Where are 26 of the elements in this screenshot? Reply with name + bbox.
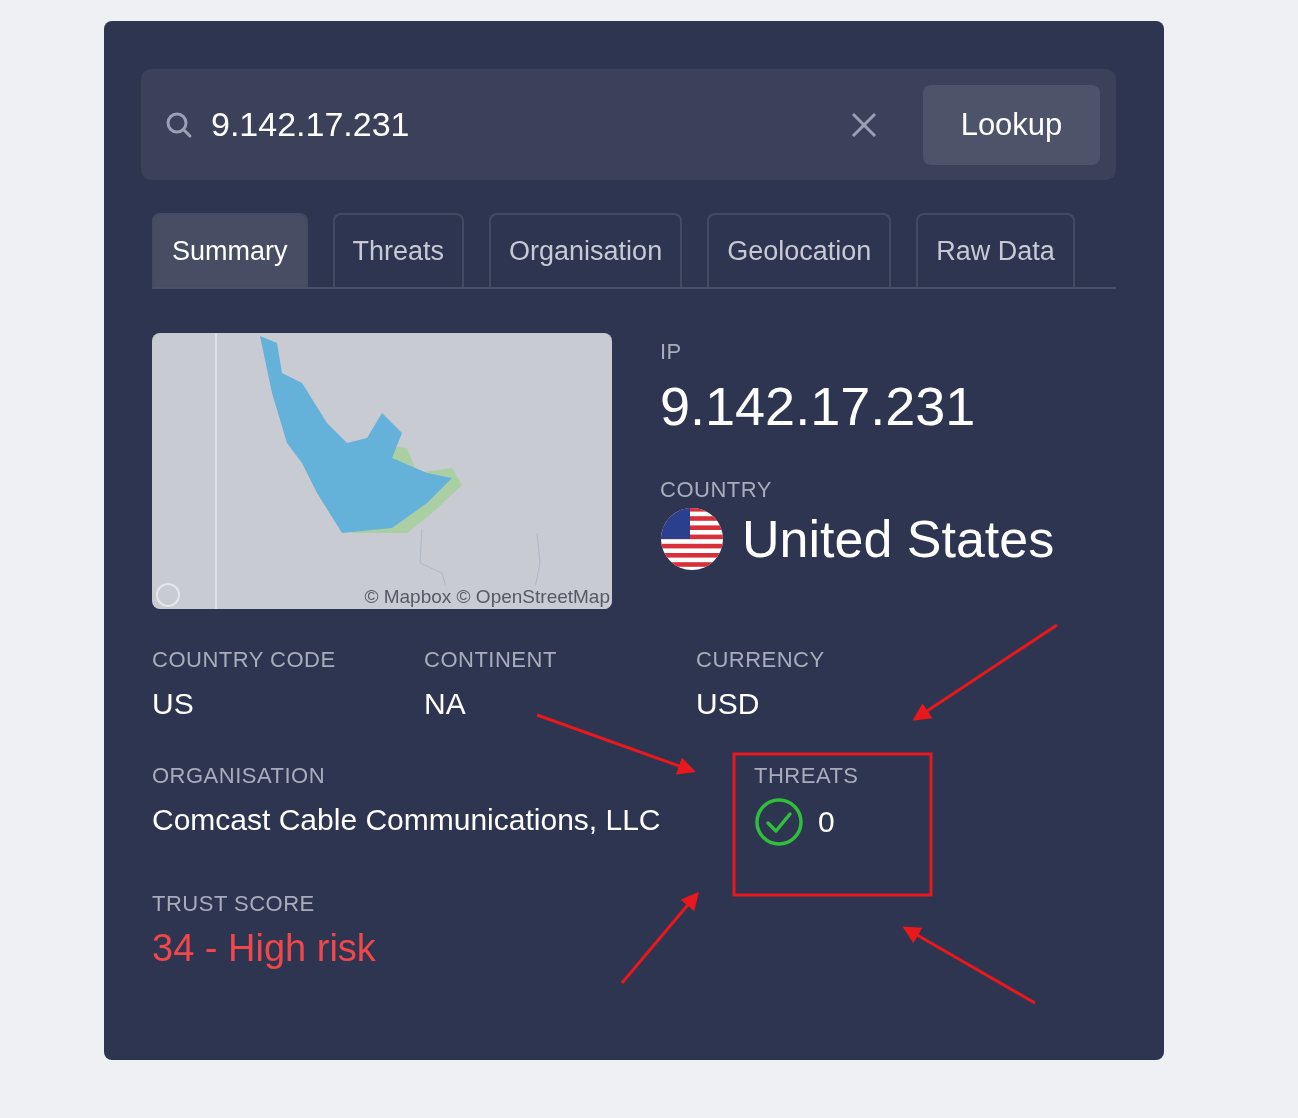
organisation-label: ORGANISATION bbox=[152, 763, 326, 789]
field-value: USD bbox=[696, 687, 760, 721]
field-label: COUNTRY CODE bbox=[152, 647, 336, 673]
threats-label: THREATS bbox=[754, 763, 859, 789]
tab[interactable]: Geolocation bbox=[707, 213, 892, 287]
trust-score-label: TRUST SCORE bbox=[152, 891, 315, 917]
country-label: COUNTRY bbox=[660, 477, 772, 503]
ip-value: 9.142.17.231 bbox=[660, 375, 976, 437]
map-attribution[interactable]: © Mapbox © OpenStreetMap bbox=[362, 585, 612, 609]
ip-label: IP bbox=[660, 339, 682, 365]
organisation-value: Comcast Cable Communications, LLC bbox=[152, 803, 661, 837]
tab[interactable]: Summary bbox=[152, 213, 308, 287]
trust-score-value: 34 - High risk bbox=[152, 927, 376, 970]
search-field[interactable]: 9.142.17.231 bbox=[211, 105, 851, 144]
lookup-button[interactable]: Lookup bbox=[923, 84, 1100, 165]
threats-value: 0 bbox=[818, 805, 835, 839]
search-icon bbox=[165, 110, 193, 139]
close-icon[interactable] bbox=[851, 111, 877, 138]
field-label: CURRENCY bbox=[696, 647, 825, 673]
field-value: NA bbox=[424, 687, 466, 721]
field-label: CONTINENT bbox=[424, 647, 557, 673]
tab[interactable]: Organisation bbox=[489, 213, 683, 287]
field-value: US bbox=[152, 687, 194, 721]
tab[interactable]: Raw Data bbox=[916, 213, 1075, 287]
tab[interactable]: Threats bbox=[332, 213, 465, 287]
country-value: United States bbox=[742, 509, 1055, 569]
